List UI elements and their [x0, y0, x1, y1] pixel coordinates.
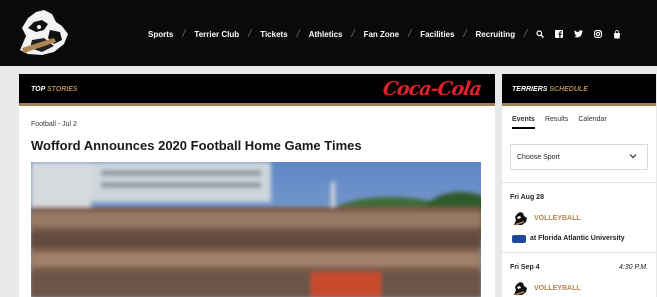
- event-date: Fri Aug 28: [510, 194, 544, 201]
- nav-facilities[interactable]: Facilities: [420, 30, 454, 39]
- story-kicker: Football - Jul 2: [31, 121, 77, 128]
- event-sport[interactable]: VOLLEYBALL: [534, 285, 581, 292]
- title-prefix: TOP: [31, 86, 46, 93]
- terrier-mascot-icon: [514, 212, 527, 226]
- story-photo[interactable]: [31, 162, 481, 297]
- schedule-header: TERRIERS SCHEDULE: [502, 74, 656, 106]
- sport-select-value: Choose Sport: [517, 153, 560, 161]
- tab-events[interactable]: Events: [512, 116, 535, 129]
- nav-terrier-club[interactable]: Terrier Club: [194, 30, 239, 39]
- nav-separator: /: [182, 28, 186, 40]
- terrier-mascot-icon: [514, 282, 527, 296]
- store-icon[interactable]: [613, 29, 621, 39]
- nav-athletics[interactable]: Athletics: [309, 30, 343, 39]
- instagram-icon[interactable]: [594, 30, 603, 38]
- top-stories-header: TOP STORIES Coca-Cola: [19, 74, 495, 106]
- main-nav: Sports / Terrier Club / Tickets / Athletics…: [148, 27, 621, 41]
- event-date: Fri Sep 4: [510, 264, 540, 271]
- nav-separator: /: [408, 28, 412, 40]
- terrier-logo[interactable]: [14, 8, 72, 58]
- opponent-logo-icon: [512, 235, 526, 243]
- site-header: Sports / Terrier Club / Tickets / Athletics…: [0, 0, 657, 66]
- facebook-icon[interactable]: [555, 30, 564, 38]
- nav-separator: /: [351, 28, 355, 40]
- nav-separator: /: [463, 28, 467, 40]
- schedule-tabs: Events Results Calendar: [512, 116, 607, 129]
- event-opponent[interactable]: at Florida Atlantic University: [530, 235, 625, 242]
- tab-calendar[interactable]: Calendar: [578, 116, 606, 129]
- nav-separator: /: [296, 28, 300, 40]
- story-headline[interactable]: Wofford Announces 2020 Football Home Gam…: [31, 138, 362, 153]
- twitter-icon[interactable]: [574, 30, 584, 38]
- top-stories-title: TOP STORIES: [31, 86, 78, 93]
- schedule-title: TERRIERS SCHEDULE: [512, 86, 588, 93]
- nav-sports[interactable]: Sports: [148, 30, 173, 39]
- search-icon[interactable]: [536, 30, 545, 38]
- top-stories-card: TOP STORIES Coca-Cola Football - Jul 2 W…: [19, 74, 495, 297]
- nav-tickets[interactable]: Tickets: [260, 30, 287, 39]
- event-time: 4:30 P.M.: [618, 264, 648, 271]
- nav-fan-zone[interactable]: Fan Zone: [364, 30, 400, 39]
- event-sport[interactable]: VOLLEYBALL: [534, 215, 581, 222]
- title-accent: SCHEDULE: [549, 86, 588, 93]
- schedule-event[interactable]: Fri Sep 4 4:30 P.M. VOLLEYBALL: [502, 252, 656, 297]
- sport-select[interactable]: Choose Sport: [510, 144, 648, 170]
- schedule-card: TERRIERS SCHEDULE Events Results Calenda…: [502, 74, 656, 297]
- chevron-down-icon: [629, 154, 637, 159]
- coca-cola-sponsor-logo[interactable]: Coca-Cola: [382, 78, 483, 100]
- nav-separator: /: [524, 28, 528, 40]
- stadium-photo-image: [31, 162, 481, 297]
- title-accent: STORIES: [46, 86, 78, 93]
- title-prefix: TERRIERS: [512, 86, 548, 93]
- nav-separator: /: [248, 28, 252, 40]
- tab-results[interactable]: Results: [545, 116, 568, 129]
- nav-recruiting[interactable]: Recruiting: [476, 30, 516, 39]
- schedule-event[interactable]: Fri Aug 28 VOLLEYBALL at Florida Atlanti…: [502, 182, 656, 252]
